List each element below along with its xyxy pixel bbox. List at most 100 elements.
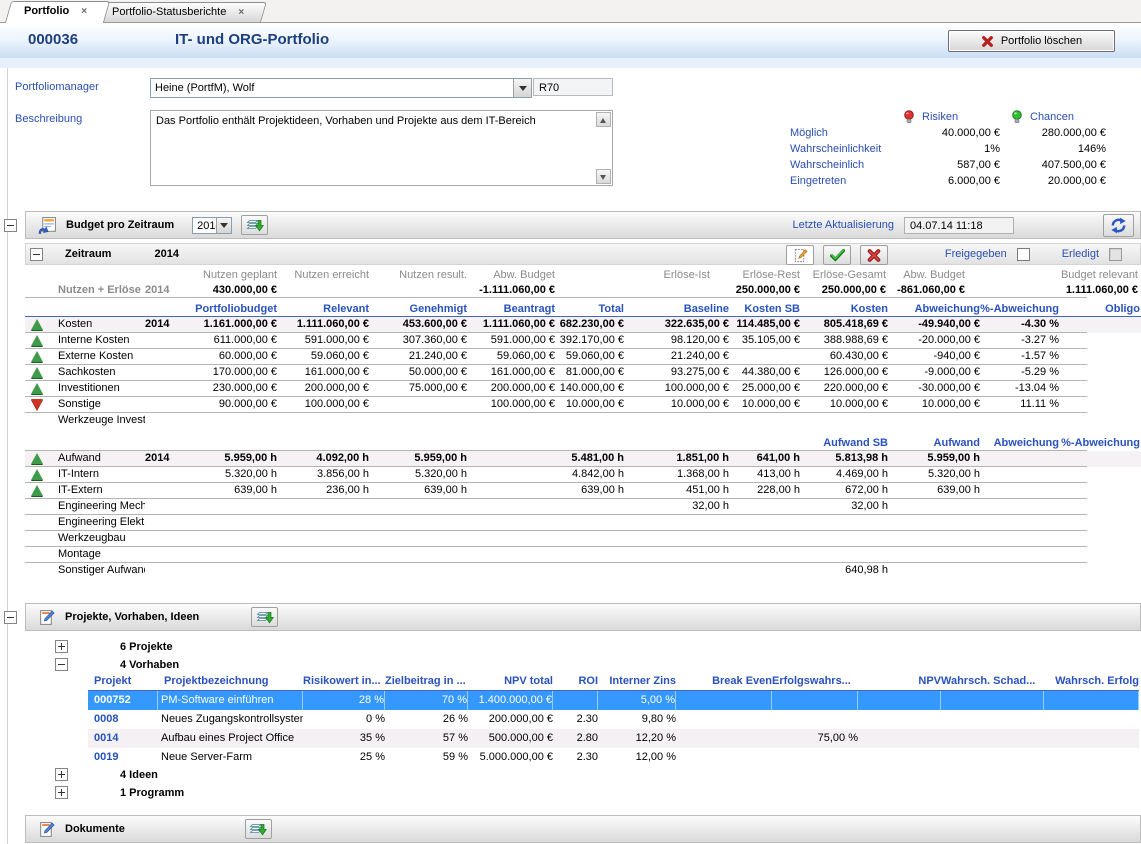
zeitraum-collapse-toggle[interactable] xyxy=(30,248,43,261)
budget-year-combobox[interactable]: 2014 xyxy=(192,217,232,234)
value-cell xyxy=(858,729,941,748)
project-id[interactable]: 0014 xyxy=(88,729,158,748)
row-label: Montage xyxy=(50,547,145,563)
delete-portfolio-button[interactable]: Portfolio löschen xyxy=(948,30,1115,52)
value-cell: 682.230,00 € xyxy=(555,317,624,333)
value-cell: 1.111.060,00 € xyxy=(965,283,1138,298)
value-cell: 639,00 h xyxy=(888,483,980,499)
value-cell: 2.80 xyxy=(553,729,598,748)
freigegeben-checkbox[interactable] xyxy=(1017,248,1030,261)
manager-dropdown-button[interactable] xyxy=(513,79,531,97)
trend-up-cell xyxy=(25,381,50,397)
tree-group-ideen: 4 Ideen xyxy=(55,768,158,781)
row-year xyxy=(145,333,187,349)
value-cell: 4.092,00 h xyxy=(277,451,369,467)
projects-import-button[interactable] xyxy=(251,607,278,627)
trend-up-icon xyxy=(31,469,43,480)
risk-row-label: Eingetreten xyxy=(790,175,846,187)
value-cell: 200.000,00 € xyxy=(468,710,553,729)
value-cell: 1.851,00 h xyxy=(624,451,729,467)
value-cell xyxy=(1059,381,1140,397)
erledigt-checkbox[interactable] xyxy=(1109,248,1122,261)
scroll-down-button[interactable] xyxy=(596,169,611,184)
tab-portfolio[interactable]: Portfolio × xyxy=(8,1,107,23)
reject-button[interactable] xyxy=(860,245,888,265)
collapse-toggle[interactable] xyxy=(55,658,68,671)
column-header: Abw. Budget xyxy=(886,269,965,283)
value-cell: 100.000,00 € xyxy=(277,397,369,413)
row-year xyxy=(145,413,187,429)
budget-year-dropdown-button[interactable] xyxy=(216,218,231,233)
tab-portfolio-statusberichte[interactable]: Portfolio-Statusberichte × xyxy=(96,2,264,22)
manager-value: Heine (PortfM), Wolf xyxy=(151,79,531,97)
value-cell: 413,00 h xyxy=(729,467,800,483)
row-label: Kosten xyxy=(50,317,145,333)
scroll-up-button[interactable] xyxy=(596,112,611,127)
documents-import-button[interactable] xyxy=(245,819,272,839)
project-id[interactable]: 000752 xyxy=(88,691,158,710)
value-cell: 640,98 h xyxy=(800,563,888,579)
chance-value: 20.000,00 € xyxy=(986,175,1106,187)
value-cell xyxy=(800,515,888,531)
value-cell xyxy=(980,531,1059,547)
value-cell: 5.959,00 h xyxy=(369,451,467,467)
chance-value: 407.500,00 € xyxy=(986,159,1106,171)
column-header: %-Abweichung xyxy=(1059,437,1140,451)
budget-row: Engineering Elektrik xyxy=(25,515,1141,531)
expand-toggle[interactable] xyxy=(55,640,68,653)
row-label: IT-Intern xyxy=(50,467,145,483)
trend-up-cell xyxy=(25,333,50,349)
tab-close-icon[interactable]: × xyxy=(81,6,87,17)
refresh-button[interactable] xyxy=(1103,214,1134,237)
value-cell xyxy=(800,531,888,547)
value-cell: 500.000,00 € xyxy=(468,729,553,748)
approve-button[interactable] xyxy=(823,245,851,265)
cell xyxy=(145,269,187,283)
budget-import-button[interactable] xyxy=(241,215,268,235)
value-cell xyxy=(980,547,1059,563)
manager-combobox[interactable]: Heine (PortfM), Wolf xyxy=(150,78,532,98)
value-cell: 307.360,00 € xyxy=(369,333,467,349)
value-cell: 453.600,00 € xyxy=(369,317,467,333)
tab-close-icon[interactable]: × xyxy=(238,7,244,18)
project-id[interactable]: 0008 xyxy=(88,710,158,729)
value-cell xyxy=(729,499,800,515)
project-row-0019[interactable]: 0019Neue Server-Farm25 %59 %5.000.000,00… xyxy=(88,748,1139,767)
project-row-000752[interactable]: 000752PM-Software einführen28 %70 %1.400… xyxy=(88,691,1139,710)
column-header: Erlöse-Gesamt xyxy=(800,269,886,283)
value-cell xyxy=(555,413,624,429)
expand-toggle[interactable] xyxy=(55,786,68,799)
value-cell: 28 % xyxy=(303,691,385,710)
projects-section-collapse-toggle[interactable] xyxy=(4,611,17,624)
trend-up-cell xyxy=(25,365,50,381)
trend-up-cell xyxy=(25,349,50,365)
description-textarea[interactable]: Das Portfolio enthält Projektideen, Vorh… xyxy=(150,110,613,186)
column-header: Abweichung xyxy=(980,437,1059,451)
value-cell xyxy=(1059,365,1140,381)
value-cell xyxy=(369,499,467,515)
value-cell: 59.060,00 € xyxy=(277,349,369,365)
value-cell: -861.060,00 € xyxy=(886,283,965,298)
budget-row: Sonstiger Aufwand640,98 h xyxy=(25,563,1141,579)
project-row-0014[interactable]: 0014Aufbau eines Project Office35 %57 %5… xyxy=(88,729,1139,748)
trend-up-icon xyxy=(31,383,43,394)
value-cell: 10.000,00 € xyxy=(624,397,729,413)
value-cell xyxy=(467,451,555,467)
budget-section-collapse-toggle[interactable] xyxy=(4,219,17,232)
value-cell xyxy=(624,413,729,429)
value-cell: 1.400.000,00 € xyxy=(468,691,553,710)
expand-toggle[interactable] xyxy=(55,768,68,781)
value-cell xyxy=(369,531,467,547)
row-year xyxy=(145,397,187,413)
edit-button[interactable] xyxy=(786,245,814,265)
value-cell xyxy=(277,547,369,563)
arrow-cell xyxy=(25,413,50,429)
project-id[interactable]: 0019 xyxy=(88,748,158,767)
value-cell: 70 % xyxy=(385,691,468,710)
value-cell xyxy=(980,499,1059,515)
value-cell: 200.000,00 € xyxy=(467,381,555,397)
budget-row: IT-Intern5.320,00 h3.856,00 h5.320,00 h4… xyxy=(25,467,1141,483)
value-cell: 1.368,00 h xyxy=(624,467,729,483)
row-label: Nutzen + Erlöse xyxy=(50,283,145,298)
project-row-0008[interactable]: 0008Neues Zugangskontrollsystem0 %26 %20… xyxy=(88,710,1139,729)
